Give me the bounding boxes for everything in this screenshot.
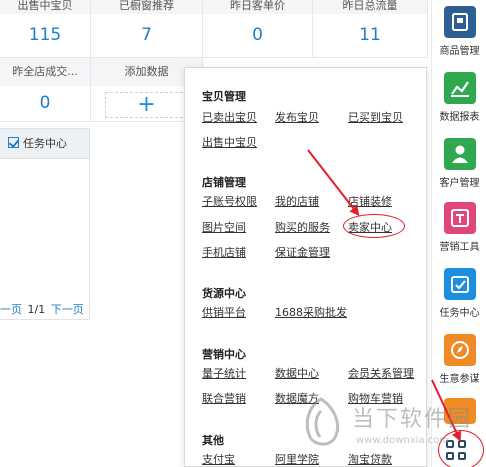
menu-item-data-center[interactable]: 数据中心	[275, 365, 319, 381]
group-title-item-management: 宝贝管理	[202, 90, 246, 103]
quick-menu-popup: 宝贝管理 已卖出宝贝 发布宝贝 已买到宝贝 出售中宝贝 店铺管理 子账号权限 我…	[184, 67, 427, 467]
menu-item-publish-item[interactable]: 发布宝贝	[275, 109, 319, 125]
chart-icon	[443, 72, 476, 104]
menu-item-sold-items[interactable]: 已卖出宝贝	[202, 109, 257, 125]
menu-item-crm[interactable]: 会员关系管理	[348, 365, 414, 381]
menu-item-alipay[interactable]: 支付宝	[202, 451, 235, 467]
sidebar-item-marketing-tools[interactable]: 营销工具	[432, 202, 486, 253]
stat-cell: 已橱窗推荐 7	[91, 0, 203, 58]
menu-item-cart-marketing[interactable]: 购物车营销	[348, 390, 403, 406]
screen: 出售中宝贝 115 已橱窗推荐 7 昨日客单价 0 昨日总流量 11 昨全店成交…	[0, 0, 486, 467]
menu-item-deposit-management[interactable]: 保证金管理	[275, 244, 330, 260]
stat-value[interactable]: 11	[313, 18, 427, 52]
stat-label: 昨日客单价	[203, 0, 312, 14]
menu-item-taobao-loan[interactable]: 淘宝贷款	[348, 451, 392, 467]
stat-label: 昨全店成交...	[0, 58, 90, 86]
menu-item-shop-decoration[interactable]: 店铺装修	[348, 193, 392, 209]
menu-item-sub-account[interactable]: 子账号权限	[202, 193, 257, 209]
menu-item-distribution-platform[interactable]: 供销平台	[202, 304, 246, 320]
right-sidebar: 商品管理 数据报表 客户管理 营销工具 任务中心 生意参谋	[431, 0, 486, 467]
menu-item-data-cube[interactable]: 数据魔方	[275, 390, 319, 406]
group-title-other: 其他	[202, 434, 224, 447]
stat-label: 出售中宝贝	[0, 0, 90, 14]
stat-value[interactable]: 7	[91, 18, 202, 52]
discount-icon	[443, 202, 476, 234]
sidebar-label: 生意参谋	[439, 374, 480, 385]
pagination: 一页 1/1 下一页	[0, 301, 84, 317]
menu-item-bought-items[interactable]: 已买到宝贝	[348, 109, 403, 125]
sidebar-label: 数据报表	[439, 112, 480, 123]
checkbox-icon	[8, 137, 19, 148]
menu-item-ali-academy[interactable]: 阿里学院	[275, 451, 319, 467]
menu-item-mobile-shop[interactable]: 手机店铺	[202, 244, 246, 260]
group-title-marketing-center: 营销中心	[202, 348, 246, 361]
menu-item-image-space[interactable]: 图片空间	[202, 219, 246, 235]
menu-item-my-shop[interactable]: 我的店铺	[275, 193, 319, 209]
stat-cell: 昨日总流量 11	[313, 0, 428, 58]
product-icon	[443, 6, 476, 38]
stat-label: 昨日总流量	[313, 0, 427, 14]
stat-value[interactable]: 0	[0, 86, 90, 120]
highlight-circle-grid	[438, 430, 484, 467]
sidebar-item-business-advisor[interactable]: 生意参谋	[432, 334, 486, 385]
task-icon	[443, 268, 476, 300]
stat-value[interactable]: 115	[0, 18, 90, 52]
menu-item-1688-wholesale[interactable]: 1688采购批发	[275, 304, 347, 320]
menu-item-joint-marketing[interactable]: 联合营销	[202, 390, 246, 406]
sidebar-item-product-management[interactable]: 商品管理	[432, 6, 486, 57]
menu-item-on-sale[interactable]: 出售中宝贝	[202, 134, 257, 150]
menu-item-quantum-stats[interactable]: 量子统计	[202, 365, 246, 381]
partial-icon	[443, 398, 476, 424]
compass-icon	[443, 334, 476, 366]
sidebar-item-partial[interactable]	[432, 398, 486, 424]
stat-cell: 出售中宝贝 115	[0, 0, 91, 58]
group-title-supply-center: 货源中心	[202, 287, 246, 300]
stat-cell: 昨全店成交... 0	[0, 58, 91, 122]
sidebar-label: 营销工具	[439, 242, 480, 253]
sidebar-label: 客户管理	[439, 178, 480, 189]
sidebar-label: 任务中心	[439, 308, 480, 319]
stat-label: 已橱窗推荐	[91, 0, 202, 14]
sidebar-item-data-reports[interactable]: 数据报表	[432, 72, 486, 123]
sidebar-item-customer-management[interactable]: 客户管理	[432, 138, 486, 189]
sidebar-label: 商品管理	[439, 46, 480, 57]
page-indicator: 1/1	[27, 303, 46, 316]
task-center-header[interactable]: 任务中心	[0, 129, 89, 159]
customer-icon	[443, 138, 476, 170]
highlight-circle	[343, 214, 405, 238]
next-page-link[interactable]: 下一页	[51, 303, 84, 316]
stat-cell: 昨日客单价 0	[203, 0, 313, 58]
task-center-panel: 任务中心 一页 1/1 下一页	[0, 128, 90, 320]
prev-page-link[interactable]: 一页	[0, 303, 22, 316]
task-center-title: 任务中心	[23, 137, 67, 150]
menu-item-purchased-services[interactable]: 购买的服务	[275, 219, 330, 235]
stat-value[interactable]: 0	[203, 18, 312, 52]
sidebar-item-task-center[interactable]: 任务中心	[432, 268, 486, 319]
group-title-shop-management: 店铺管理	[202, 176, 246, 189]
add-data-button[interactable]: +	[105, 92, 188, 118]
